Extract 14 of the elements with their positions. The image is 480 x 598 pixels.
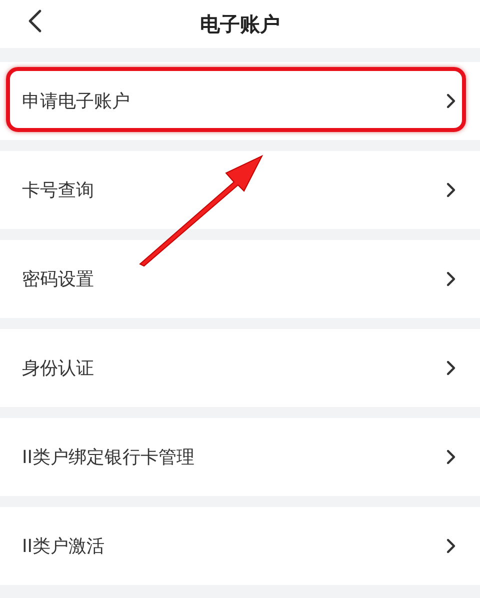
- menu-item[interactable]: 身份认证: [0, 329, 480, 407]
- chevron-icon: [446, 360, 456, 376]
- page-title: 电子账户: [200, 10, 280, 38]
- chevron-icon: [446, 182, 456, 198]
- chevron-icon: [446, 538, 456, 554]
- chevron-icon: [446, 449, 456, 465]
- menu-item[interactable]: 密码设置: [0, 240, 480, 318]
- menu-item[interactable]: II类户激活: [0, 507, 480, 585]
- menu-item[interactable]: 申请电子账户: [0, 62, 480, 140]
- chevron-icon: [446, 271, 456, 287]
- back-icon[interactable]: [28, 9, 42, 33]
- chevron-icon: [446, 93, 456, 109]
- menu-item[interactable]: II类户绑定银行卡管理: [0, 418, 480, 496]
- menu-item[interactable]: 卡号查询: [0, 151, 480, 229]
